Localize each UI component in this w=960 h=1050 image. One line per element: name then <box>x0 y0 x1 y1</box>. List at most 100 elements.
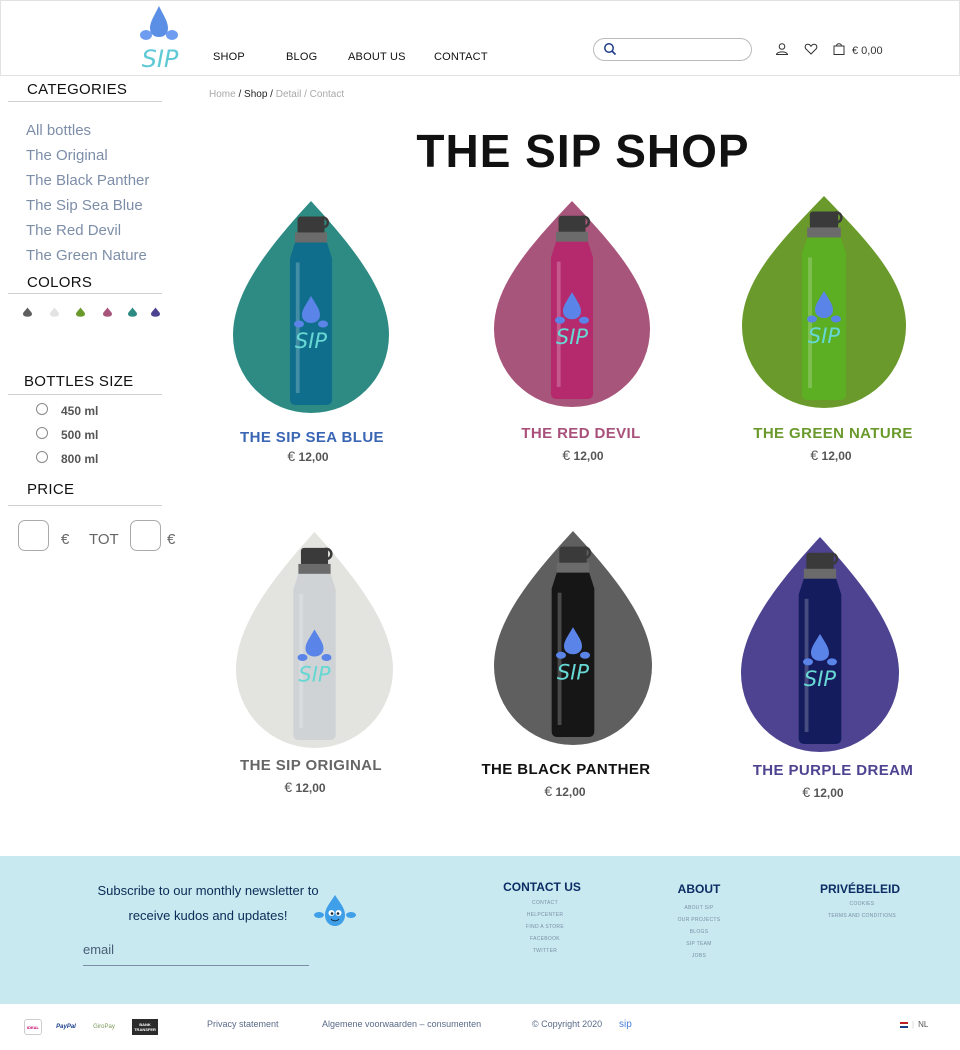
product-card[interactable]: SIP <box>494 531 652 745</box>
price-value: 12,00 <box>555 785 586 799</box>
email-input[interactable] <box>83 934 309 965</box>
breadcrumb-detail[interactable]: Detail <box>276 89 302 100</box>
footer-link[interactable]: TERMS AND CONDITIONS <box>812 913 912 919</box>
price-title: PRICE <box>27 481 75 498</box>
footer-link[interactable]: JOBS <box>649 953 749 959</box>
category-black-panther[interactable]: The Black Panther <box>26 172 149 189</box>
price-min-input[interactable] <box>18 520 49 551</box>
newsletter-line-1: Subscribe to our monthly newsletter to <box>97 883 319 898</box>
logo-text: SIP <box>295 329 328 353</box>
footer-link[interactable]: FACEBOOK <box>495 936 595 942</box>
footer-link[interactable]: ABOUT SIP <box>649 905 749 911</box>
color-swatch[interactable] <box>127 307 138 317</box>
breadcrumb: Home / Shop / Detail / Contact <box>209 89 344 100</box>
product-card[interactable]: SIP <box>494 201 650 407</box>
product-card[interactable]: SIP <box>741 537 899 752</box>
currency-symbol: € <box>810 447 819 463</box>
footer-link[interactable]: COOKIES <box>812 901 912 907</box>
categories-title: CATEGORIES <box>27 81 128 98</box>
product-price: € 12,00 <box>773 784 873 800</box>
bottle-shine <box>295 262 300 393</box>
footer-link[interactable]: FIND A STORE <box>495 924 595 930</box>
product-card[interactable]: SIP <box>742 196 906 408</box>
category-red-devil[interactable]: The Red Devil <box>26 222 121 239</box>
color-swatch[interactable] <box>150 307 161 317</box>
sip-brand-link[interactable]: sip <box>619 1019 632 1030</box>
logo-text: SIP <box>808 324 841 348</box>
size-radio[interactable] <box>36 427 48 439</box>
size-radio[interactable] <box>36 403 48 415</box>
search-icon[interactable] <box>603 42 617 56</box>
nav-shop[interactable]: SHOP <box>213 51 245 63</box>
product-name[interactable]: THE SIP SEA BLUE <box>212 429 412 446</box>
product-price: € 12,00 <box>781 447 881 463</box>
product-card[interactable]: SIP <box>236 532 393 748</box>
logo-right-drop <box>318 320 328 328</box>
product-image[interactable]: SIP <box>494 201 650 407</box>
bottles-size-title: BOTTLES SIZE <box>24 373 134 390</box>
user-icon[interactable] <box>775 42 789 56</box>
cart-amount[interactable]: € 0,00 <box>852 45 883 57</box>
product-image[interactable]: SIP <box>233 201 389 413</box>
privacy-statement-link[interactable]: Privacy statement <box>207 1019 279 1029</box>
logo-left-drop <box>555 316 565 324</box>
product-name[interactable]: THE PURPLE DREAM <box>733 762 933 779</box>
footer-link[interactable]: BLOGS <box>649 929 749 935</box>
footer-link[interactable]: CONTACT <box>495 900 595 906</box>
product-image[interactable]: SIP <box>494 531 652 745</box>
footer-link[interactable]: HELPCENTER <box>495 912 595 918</box>
sip-logo[interactable]: SIP <box>134 4 186 72</box>
giropay-icon: GiroPay <box>90 1019 118 1035</box>
logo-left-drop <box>807 315 817 323</box>
currency-symbol: € <box>802 784 811 800</box>
price-min-currency: € <box>61 531 70 548</box>
bottle-neck <box>294 232 328 243</box>
nav-blog[interactable]: BLOG <box>286 51 317 63</box>
color-swatch[interactable] <box>102 307 113 317</box>
cart-icon[interactable] <box>832 42 846 56</box>
product-name[interactable]: THE BLACK PANTHER <box>466 761 666 778</box>
product-name[interactable]: THE GREEN NATURE <box>733 425 933 442</box>
breadcrumb-shop[interactable]: Shop <box>244 89 267 100</box>
logo-right-drop <box>831 315 841 323</box>
nav-about-us[interactable]: ABOUT US <box>348 51 406 63</box>
product-name[interactable]: THE RED DEVIL <box>481 425 681 442</box>
size-label: 500 ml <box>61 428 99 442</box>
footer-link[interactable]: TWITTER <box>495 948 595 954</box>
product-price: € 12,00 <box>258 448 358 464</box>
product-card[interactable]: SIP <box>233 201 389 413</box>
logo-right-drop <box>827 658 837 666</box>
category-green-nature[interactable]: The Green Nature <box>26 247 147 264</box>
bank-transfer-icon: BANK TRANSFER <box>132 1019 158 1035</box>
currency-symbol: € <box>287 448 296 464</box>
product-name[interactable]: THE SIP ORIGINAL <box>211 757 411 774</box>
logo-right-drop <box>579 316 589 324</box>
color-swatch[interactable] <box>22 307 33 317</box>
footer-link[interactable]: OUR PROJECTS <box>649 917 749 923</box>
category-all-bottles[interactable]: All bottles <box>26 122 91 139</box>
breadcrumb-contact[interactable]: Contact <box>310 89 344 100</box>
size-radio[interactable] <box>36 451 48 463</box>
search-input[interactable] <box>624 41 744 58</box>
category-sea-blue[interactable]: The Sip Sea Blue <box>26 197 143 214</box>
product-image[interactable]: SIP <box>236 532 393 748</box>
logo-text: SIP <box>557 660 590 684</box>
heart-icon[interactable] <box>804 42 818 56</box>
nav-contact[interactable]: CONTACT <box>434 51 488 63</box>
newsletter-email-field[interactable] <box>83 934 309 966</box>
terms-link[interactable]: Algemene voorwaarden – consumenten <box>322 1019 481 1029</box>
color-swatch[interactable] <box>49 307 60 317</box>
category-the-original[interactable]: The Original <box>26 147 108 164</box>
footer-contact-title: CONTACT US <box>503 880 581 894</box>
logo-left-drop <box>297 654 308 662</box>
footer-link[interactable]: SIP TEAM <box>649 941 749 947</box>
breadcrumb-separator: / <box>270 89 273 100</box>
color-swatch[interactable] <box>75 307 86 317</box>
breadcrumb-home[interactable]: Home <box>209 89 236 100</box>
language-selector[interactable]: | NL <box>900 1020 928 1029</box>
product-image[interactable]: SIP <box>742 196 906 408</box>
product-image[interactable]: SIP <box>741 537 899 752</box>
paypal-icon: PayPal <box>54 1019 78 1035</box>
price-max-input[interactable] <box>130 520 161 551</box>
search-box[interactable] <box>593 38 752 61</box>
